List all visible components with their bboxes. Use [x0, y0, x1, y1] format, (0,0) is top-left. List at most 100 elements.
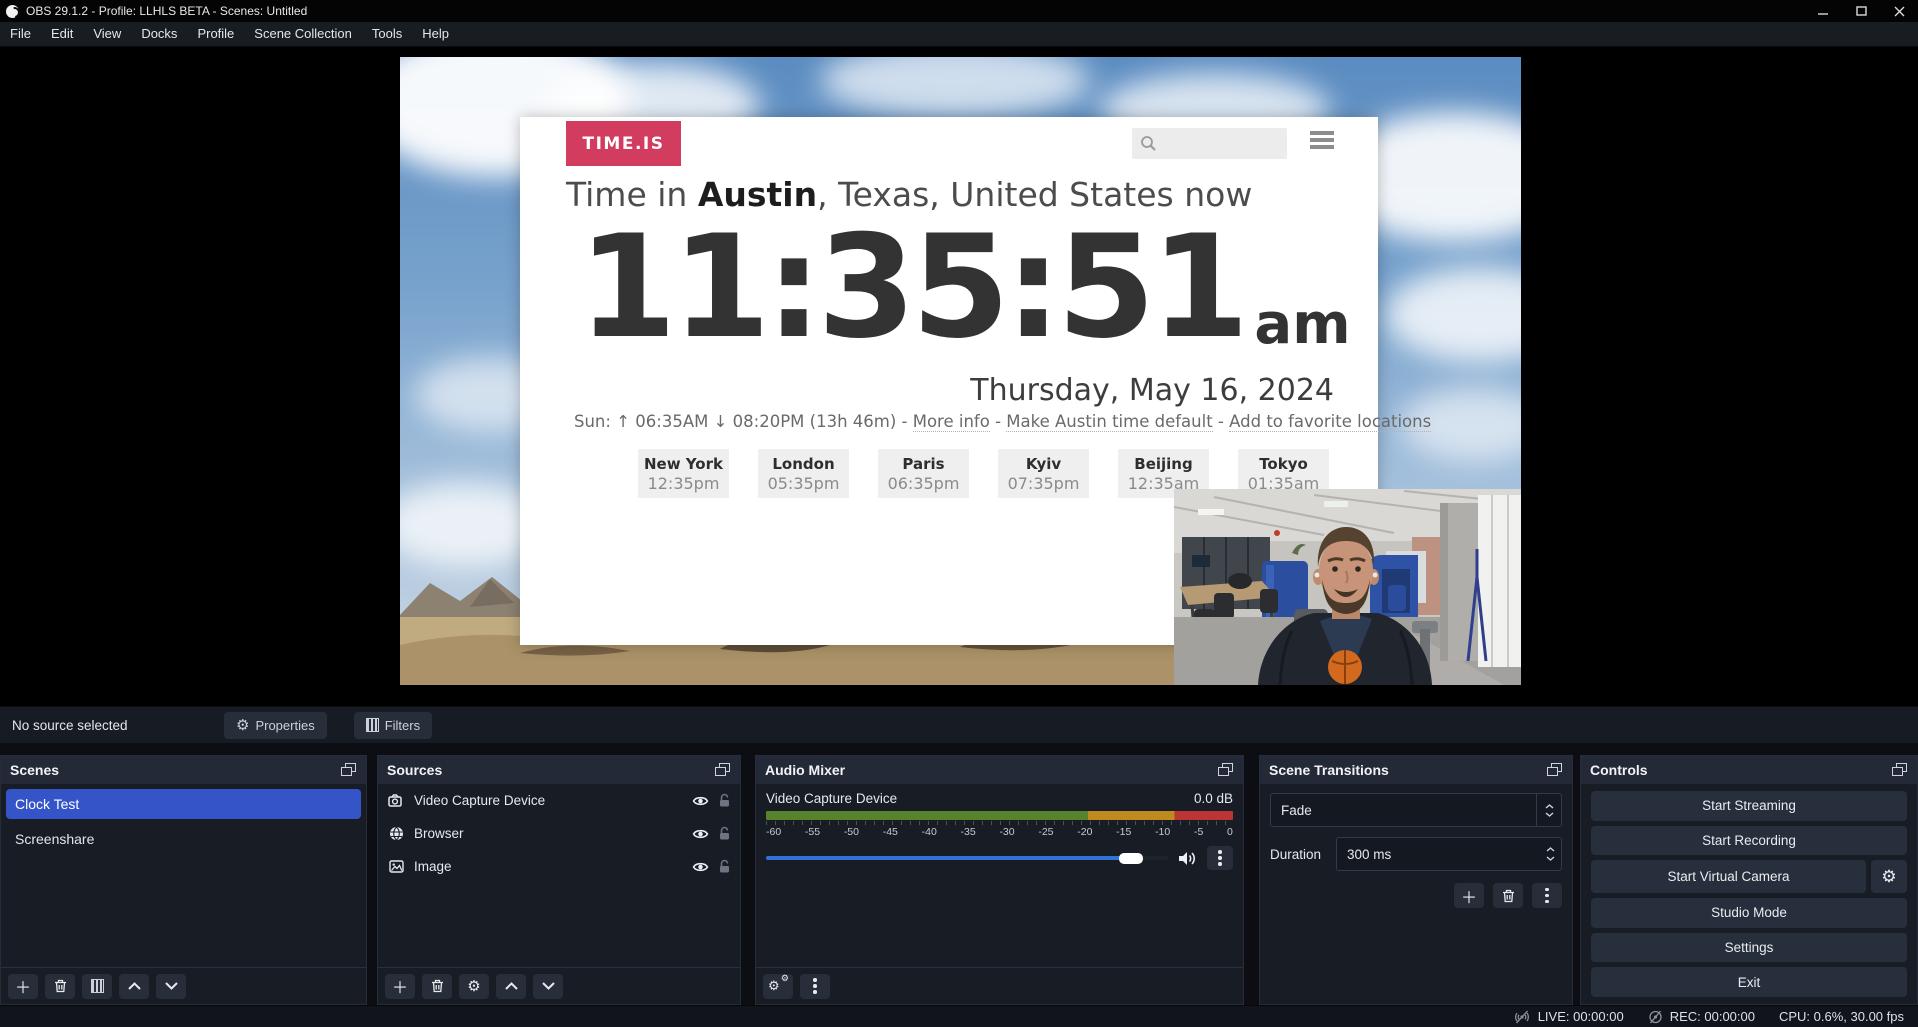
source-row-image[interactable]: Image: [378, 850, 740, 883]
lock-icon[interactable]: [718, 793, 731, 808]
mixer-channel-menu-button[interactable]: [1207, 846, 1233, 870]
filters-icon: [91, 979, 104, 993]
filters-button[interactable]: Filters: [354, 712, 432, 739]
visibility-eye-icon[interactable]: [692, 828, 709, 840]
sources-toolbar: ＋ ⚙: [378, 967, 740, 1004]
transition-select[interactable]: Fade: [1270, 793, 1562, 827]
scene-filters-button[interactable]: [82, 974, 112, 999]
more-info-link: More info: [913, 412, 990, 432]
search-icon: [1140, 135, 1157, 152]
exit-button[interactable]: Exit: [1591, 967, 1907, 997]
menu-scene-collection[interactable]: Scene Collection: [244, 22, 362, 46]
disc-slash-icon: [1648, 1010, 1663, 1024]
volume-slider-handle[interactable]: [1119, 853, 1143, 864]
menu-profile[interactable]: Profile: [187, 22, 244, 46]
duration-row: Duration 300 ms: [1270, 837, 1562, 871]
volume-meter: [766, 811, 1233, 820]
sources-list: Video Capture Device Browser: [378, 784, 740, 967]
start-virtual-camera-button[interactable]: Start Virtual Camera: [1591, 860, 1866, 893]
menu-tools[interactable]: Tools: [362, 22, 412, 46]
settings-button[interactable]: Settings: [1591, 933, 1907, 963]
broadcast-slash-icon: [1513, 1010, 1531, 1024]
close-icon: [1894, 6, 1905, 17]
status-bar: LIVE: 00:00:00 REC: 00:00:00 CPU: 0.6%, …: [0, 1005, 1918, 1027]
obs-logo-icon: [6, 5, 19, 18]
city-card: Kyiv07:35pm: [998, 449, 1089, 498]
remove-transition-button[interactable]: [1493, 883, 1523, 908]
city-card: New York12:35pm: [638, 449, 729, 498]
gear-icon: ⚙: [1881, 867, 1896, 887]
popout-icon[interactable]: [1218, 763, 1234, 777]
chevron-up-icon: [1546, 847, 1555, 852]
popout-icon[interactable]: [715, 763, 731, 777]
visibility-eye-icon[interactable]: [692, 861, 709, 873]
preview-canvas[interactable]: TIME.IS Time in Austin, Texas, United St…: [400, 57, 1521, 685]
add-source-button[interactable]: ＋: [385, 974, 415, 999]
add-favorite-link: Add to favorite locations: [1229, 412, 1431, 432]
popout-icon[interactable]: [1547, 763, 1563, 777]
add-transition-button[interactable]: ＋: [1454, 883, 1484, 908]
kebab-dots-icon: [813, 978, 817, 994]
window-title: OBS 29.1.2 - Profile: LLHLS BETA - Scene…: [26, 4, 307, 18]
duration-label: Duration: [1270, 847, 1326, 862]
globe-icon: [387, 826, 405, 841]
popout-icon[interactable]: [1892, 763, 1908, 777]
mixer-menu-button[interactable]: [800, 974, 830, 999]
speaker-icon[interactable]: [1178, 850, 1198, 867]
volume-row: [766, 846, 1233, 870]
remove-source-button[interactable]: [422, 974, 452, 999]
close-button[interactable]: [1880, 0, 1918, 22]
scene-item-clock-test[interactable]: Clock Test: [6, 789, 361, 819]
meter-scale: -60-55-50-45-40-35-30-25-20-15-10-50: [766, 826, 1233, 838]
make-default-link: Make Austin time default: [1006, 412, 1212, 432]
source-row-video-capture[interactable]: Video Capture Device: [378, 784, 740, 817]
minimize-button[interactable]: [1804, 0, 1842, 22]
add-scene-button[interactable]: ＋: [8, 974, 38, 999]
virtual-camera-settings-button[interactable]: ⚙: [1871, 860, 1907, 893]
lock-icon[interactable]: [718, 859, 731, 874]
chevron-down-icon: [1546, 856, 1555, 861]
source-toolbar: No source selected ⚙ Properties Filters: [0, 706, 1918, 743]
studio-mode-button[interactable]: Studio Mode: [1591, 898, 1907, 928]
start-recording-button[interactable]: Start Recording: [1591, 826, 1907, 856]
duration-spinbox[interactable]: 300 ms: [1336, 837, 1562, 871]
remove-scene-button[interactable]: [45, 974, 75, 999]
properties-button[interactable]: ⚙ Properties: [224, 712, 327, 739]
menu-view[interactable]: View: [83, 22, 131, 46]
menu-help[interactable]: Help: [412, 22, 459, 46]
move-scene-up-button[interactable]: [119, 974, 149, 999]
start-streaming-button[interactable]: Start Streaming: [1591, 791, 1907, 821]
kebab-dots-icon: [1218, 850, 1222, 866]
menu-docks[interactable]: Docks: [131, 22, 187, 46]
transition-select-arrows[interactable]: [1536, 794, 1561, 826]
transition-buttons: ＋: [1270, 883, 1562, 908]
move-source-up-button[interactable]: [496, 974, 526, 999]
trash-icon: [54, 979, 67, 993]
trash-icon: [431, 979, 444, 993]
timeis-clock: 11:35:51 am: [578, 217, 1351, 359]
source-properties-button[interactable]: ⚙: [459, 974, 489, 999]
sources-dock-header: Sources: [378, 756, 740, 784]
move-source-down-button[interactable]: [533, 974, 563, 999]
scene-item-screenshare[interactable]: Screenshare: [6, 824, 361, 854]
advanced-audio-button[interactable]: ⚙ ⚙: [763, 974, 793, 999]
selected-source-status: No source selected: [12, 718, 224, 733]
menu-file[interactable]: File: [0, 22, 41, 46]
audio-mixer-body: Video Capture Device 0.0 dB -60-55-50-45…: [756, 784, 1243, 967]
maximize-button[interactable]: [1842, 0, 1880, 22]
visibility-eye-icon[interactable]: [692, 795, 709, 807]
menu-edit[interactable]: Edit: [41, 22, 83, 46]
popout-icon[interactable]: [341, 763, 357, 777]
sources-dock: Sources Video Capture Device B: [377, 755, 741, 1005]
preview-area: TIME.IS Time in Austin, Texas, United St…: [0, 47, 1918, 706]
scenes-dock-header: Scenes: [1, 756, 366, 784]
transition-menu-button[interactable]: [1532, 883, 1562, 908]
timeis-logo: TIME.IS: [566, 121, 681, 166]
duration-spinner-arrows[interactable]: [1539, 847, 1561, 861]
source-row-browser[interactable]: Browser: [378, 817, 740, 850]
lock-icon[interactable]: [718, 826, 731, 841]
mixer-channel-header: Video Capture Device 0.0 dB: [766, 791, 1233, 806]
volume-slider[interactable]: [766, 856, 1169, 860]
move-scene-down-button[interactable]: [156, 974, 186, 999]
transitions-dock-header: Scene Transitions: [1260, 756, 1572, 784]
